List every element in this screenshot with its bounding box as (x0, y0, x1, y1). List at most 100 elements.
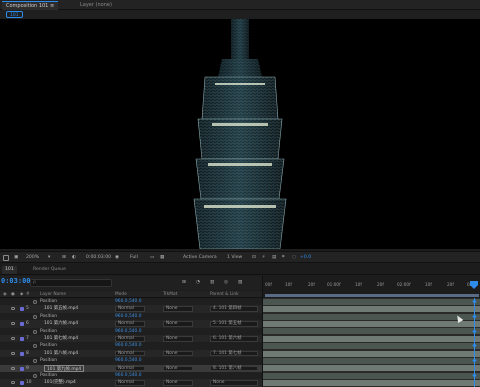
property-row[interactable]: Position 960.0,540.0 (0, 312, 262, 321)
property-value[interactable]: 960.0,540.0 (115, 342, 142, 349)
property-value[interactable]: 960.0,540.0 (115, 328, 142, 335)
current-time[interactable]: 0:00:03:00 (86, 254, 111, 262)
mode-dropdown[interactable]: Normal (115, 350, 145, 357)
mask-icon[interactable]: ◐ (72, 254, 76, 262)
trkmat-dropdown[interactable]: None (163, 336, 193, 342)
stopwatch-icon[interactable] (33, 359, 37, 364)
timeline-tracks[interactable] (262, 298, 480, 387)
layer-name[interactable]: 101 第九帧.mp4 (44, 364, 85, 372)
property-row[interactable]: Position 960.0,540.0 (0, 327, 262, 335)
layer-row[interactable]: 5 101 第五帧.mp4 Normal None 4. 101 第四帧 (0, 305, 262, 313)
mode-dropdown[interactable]: Normal (115, 380, 145, 386)
layer-search-input[interactable]: ρ (30, 279, 112, 287)
eye-icon[interactable] (11, 366, 15, 370)
timeline-timecode[interactable]: 0:03:00 (1, 277, 31, 285)
exposure-icon[interactable]: ◌ (292, 254, 296, 262)
label-color-swatch[interactable] (20, 366, 24, 371)
time-ruler[interactable]: 00f 10f 20f 01:00f 10f 20f 02:00f 10f 20… (262, 276, 480, 298)
column-mode[interactable]: Mode (115, 291, 127, 298)
frame-blend-icon[interactable]: ▥ (210, 279, 214, 287)
eye-icon[interactable] (11, 322, 15, 326)
parent-dropdown[interactable]: 4. 101 第四帧 (210, 306, 258, 312)
layer-name[interactable]: 101 第六帧.mp4 (44, 320, 78, 327)
magnification-icon[interactable]: ▣ (14, 254, 18, 262)
trkmat-dropdown[interactable]: None (163, 350, 193, 357)
tab-timeline-101[interactable]: 101 (2, 266, 17, 274)
parent-dropdown[interactable]: 8. 101 第八帧 (210, 365, 258, 372)
timeline-icon[interactable]: ▤ (272, 254, 276, 262)
eye-icon[interactable] (11, 351, 15, 355)
views-dropdown[interactable]: 1 View (227, 254, 242, 262)
trkmat-dropdown[interactable]: None (163, 321, 193, 327)
layer-name[interactable]: 101 第八帧.mp4 (44, 350, 78, 357)
property-row[interactable]: Position 960.0,540.0 (0, 342, 262, 350)
track-bar[interactable] (263, 328, 480, 335)
playhead-line[interactable] (474, 298, 475, 387)
fast-preview-icon[interactable]: ⚡ (262, 254, 265, 262)
property-row[interactable]: Position 960.0,540.0 (0, 372, 262, 380)
layer-row[interactable]: 6 101 第六帧.mp4 Normal None 5. 101 第五帧 (0, 320, 262, 328)
track-bar[interactable] (263, 357, 480, 364)
track-bar[interactable] (263, 320, 480, 327)
trkmat-dropdown[interactable]: None (163, 365, 193, 372)
eye-icon[interactable] (11, 381, 15, 385)
layer-name[interactable]: 101 第五帧.mp4 (44, 305, 78, 312)
column-layer-name[interactable]: Layer Name (40, 291, 66, 298)
parent-dropdown[interactable]: 5. 101 第五帧 (210, 321, 258, 327)
mode-dropdown[interactable]: Normal (115, 321, 145, 327)
label-color-swatch[interactable] (20, 351, 24, 356)
layer-row[interactable]: 8 101 第八帧.mp4 Normal None 7. 101 第七帧 (0, 349, 262, 358)
property-value[interactable]: 960.0,540.0 (115, 357, 142, 364)
work-area-bar[interactable] (265, 294, 479, 297)
motion-blur-icon[interactable]: ◎ (224, 279, 228, 287)
tab-render-queue[interactable]: Render Queue (30, 266, 69, 274)
resolution-dropdown[interactable]: Full (130, 254, 138, 262)
toggle-icon[interactable]: ⊡ (252, 254, 256, 262)
transparency-grid-icon[interactable]: ▦ (160, 254, 164, 262)
track-bar[interactable] (263, 350, 480, 357)
composition-chip[interactable]: 101 (6, 11, 23, 18)
always-preview-icon[interactable] (3, 255, 9, 261)
playhead-handle[interactable] (470, 281, 478, 289)
tab-layer[interactable]: Layer (none) (76, 1, 116, 10)
label-color-swatch[interactable] (20, 322, 24, 327)
property-value[interactable]: 960.0,540.0 (115, 372, 142, 379)
stopwatch-icon[interactable] (33, 344, 37, 349)
trkmat-dropdown[interactable]: None (163, 380, 193, 386)
property-value[interactable]: 960.0,540.0 (115, 313, 142, 320)
property-value[interactable]: 960.0,540.0 (115, 298, 142, 305)
comp-flowchart-icon[interactable]: ⊞ (182, 279, 186, 287)
layer-row[interactable]: 10 101(完整).mp4 Normal None None (0, 379, 262, 387)
grid-icon[interactable]: ⊞ (62, 254, 66, 262)
region-icon[interactable]: ▭ (150, 254, 154, 262)
tab-composition[interactable]: Composition 101 ≡ (2, 1, 59, 10)
graph-editor-icon[interactable]: ▨ (238, 279, 242, 287)
layer-row[interactable]: 7 101 第七帧.mp4 Normal None 6. 101 第六帧 (0, 335, 262, 343)
stopwatch-icon[interactable] (33, 314, 37, 319)
parent-dropdown[interactable]: 7. 101 第七帧 (210, 350, 258, 357)
label-color-swatch[interactable] (20, 337, 24, 341)
track-bar[interactable] (263, 343, 480, 350)
layer-name[interactable]: 101 第七帧.mp4 (44, 335, 78, 342)
track-bar[interactable] (263, 313, 480, 320)
track-bar[interactable] (263, 335, 480, 342)
parent-dropdown[interactable]: None (210, 380, 258, 386)
composition-viewer[interactable] (0, 19, 480, 249)
flowchart-icon[interactable]: ⌗ (282, 254, 285, 262)
track-bar[interactable] (263, 306, 480, 313)
stopwatch-icon[interactable] (33, 300, 37, 304)
exposure-value[interactable]: +0.0 (300, 254, 311, 262)
eye-icon[interactable] (11, 337, 15, 340)
mode-dropdown[interactable]: Normal (115, 365, 145, 372)
label-color-swatch[interactable] (20, 381, 24, 386)
column-trkmat[interactable]: TrkMat (163, 291, 177, 298)
eye-icon[interactable] (11, 307, 15, 311)
camera-dropdown[interactable]: Active Camera (183, 254, 217, 262)
layer-row-selected[interactable]: 9 101 第九帧.mp4 Normal None 8. 101 第八帧 (0, 364, 262, 372)
track-bar[interactable] (263, 298, 480, 305)
column-parent[interactable]: Parent & Link (210, 291, 239, 298)
label-color-swatch[interactable] (20, 307, 24, 312)
property-row[interactable]: Position 960.0,540.0 (0, 357, 262, 365)
track-bar[interactable] (263, 380, 480, 387)
track-bar[interactable] (263, 372, 480, 379)
